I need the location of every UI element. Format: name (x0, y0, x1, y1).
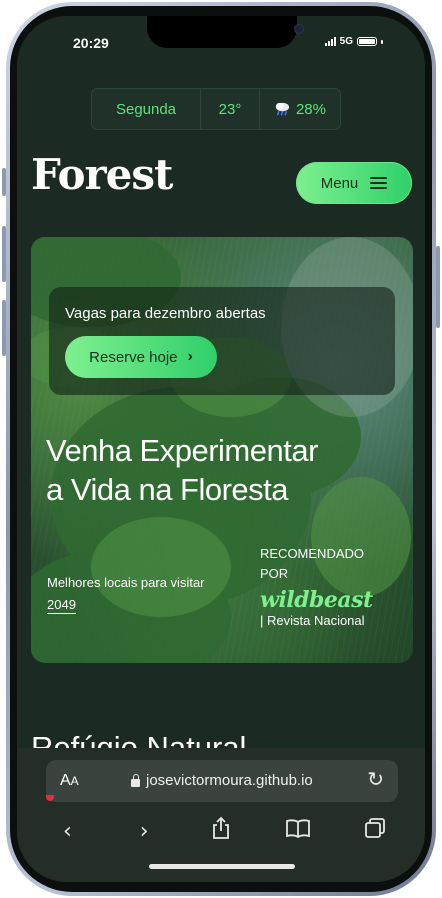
back-icon[interactable]: ‹ (47, 819, 87, 844)
tabs-icon[interactable] (355, 816, 395, 846)
browser-nav-row: ‹ › (17, 814, 425, 848)
silent-switch (2, 168, 6, 196)
recommended-label: RECOMENDADO POR (260, 544, 364, 584)
share-icon[interactable] (201, 816, 241, 846)
reserve-label: Reserve hoje (89, 348, 178, 366)
front-camera-icon (294, 24, 304, 34)
publisher-logo: wildbeast (260, 587, 373, 613)
forward-icon[interactable]: › (124, 819, 164, 844)
hero-title-line-1: Venha Experimentar (46, 433, 318, 468)
lock-icon (131, 773, 140, 787)
temperature-cell: 23° (201, 89, 260, 129)
signal-icon (324, 37, 336, 46)
bookmarks-icon[interactable] (278, 817, 318, 845)
battery-icon (357, 37, 377, 46)
hero-title-line-2: a Vida na Floresta (46, 472, 289, 507)
text-size-button[interactable]: AA (60, 772, 79, 790)
browser-toolbar: AA josevictormoura.github.io ↻ ‹ › (17, 748, 425, 882)
temperature-label: 23° (218, 100, 242, 118)
menu-button[interactable]: Menu (296, 162, 412, 204)
booking-notice: Vagas para dezembro abertas Reserve hoje… (49, 287, 395, 395)
cloud-rain-icon (275, 102, 290, 116)
url-display[interactable]: josevictormoura.github.io (131, 772, 313, 789)
hero-title: Venha Experimentar a Vida na Floresta (46, 431, 386, 509)
hero-card: Vagas para dezembro abertas Reserve hoje… (31, 237, 413, 663)
volume-up-button (2, 226, 6, 282)
screen: 20:29 5G Segunda 23° 28% Forest Menu Vag… (17, 16, 425, 882)
address-bar[interactable]: AA josevictormoura.github.io ↻ (46, 760, 398, 802)
weather-info-bar: Segunda 23° 28% (91, 88, 341, 130)
status-time: 20:29 (73, 35, 109, 51)
recommended-line-2: POR (260, 566, 289, 581)
day-cell: Segunda (92, 89, 201, 129)
battery-cap (381, 39, 383, 44)
publisher-subtitle: | Revista Nacional (260, 613, 365, 628)
network-label: 5G (339, 36, 353, 47)
menu-label: Menu (320, 174, 359, 192)
chevron-right-icon: › (187, 348, 193, 365)
rain-cell: 28% (260, 89, 340, 129)
recommended-line-1: RECOMENDADO (260, 546, 365, 561)
hamburger-icon (370, 177, 388, 189)
places-label: Melhores locais para visitar (47, 575, 205, 590)
notch (147, 16, 304, 48)
rain-chance-label: 28% (295, 100, 326, 118)
notice-text: Vagas para dezembro abertas (65, 305, 266, 322)
home-indicator[interactable] (149, 864, 295, 869)
reserve-button[interactable]: Reserve hoje › (65, 336, 217, 378)
reload-icon[interactable]: ↻ (367, 767, 384, 792)
text-size-small: A (70, 774, 79, 788)
text-size-big: A (60, 772, 71, 789)
status-bar: 20:29 5G (17, 16, 425, 72)
web-content[interactable]: Segunda 23° 28% Forest Menu Vagas para d… (17, 72, 425, 748)
power-button (436, 246, 440, 328)
day-label: Segunda (115, 100, 177, 118)
places-link[interactable]: 2049 (47, 597, 76, 614)
volume-down-button (2, 300, 6, 356)
status-indicators: 5G (324, 36, 383, 47)
brand-logo[interactable]: Forest (31, 150, 173, 199)
section-title: Refúgio Natural (31, 730, 247, 748)
url-text: josevictormoura.github.io (146, 772, 313, 789)
